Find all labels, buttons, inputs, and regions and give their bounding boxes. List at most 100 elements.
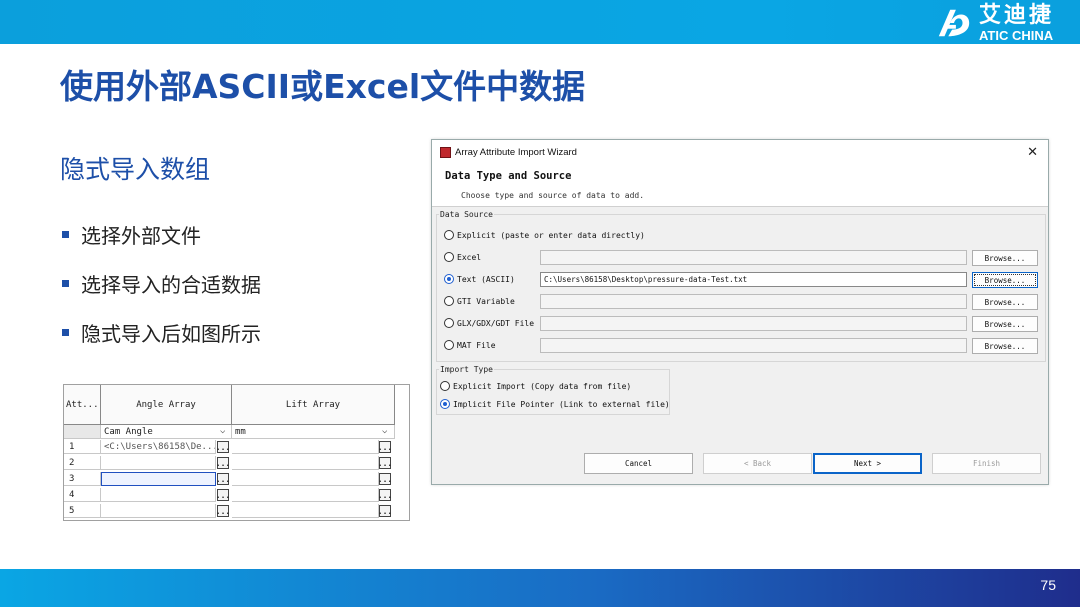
angle-unit-value: Cam Angle <box>104 426 153 437</box>
radio-button[interactable] <box>444 318 454 328</box>
radio-explicit[interactable]: Explicit (paste or enter data directly) <box>444 230 645 240</box>
back-button[interactable]: < Back <box>703 453 812 474</box>
ellipsis-button[interactable]: ... <box>216 457 230 469</box>
bullet-square-icon <box>62 231 69 238</box>
angle-array-cell[interactable] <box>101 504 216 518</box>
radio-button-selected[interactable] <box>440 399 450 409</box>
wizard-subheading: Choose type and source of data to add. <box>461 191 645 200</box>
radio-button[interactable] <box>444 252 454 262</box>
radio-gti-variable[interactable]: GTI Variable <box>444 296 515 306</box>
lift-array-cell[interactable] <box>232 504 379 518</box>
import-type-label: Import Type <box>439 365 494 374</box>
radio-label: Explicit (paste or enter data directly) <box>457 230 645 240</box>
logo-chinese-text: 艾迪捷 <box>978 2 1054 28</box>
radio-button-selected[interactable] <box>444 274 454 284</box>
row-number: 1 <box>64 440 101 454</box>
text-path-field[interactable]: C:\Users\86158\Desktop\pressure-data-Tes… <box>540 272 967 287</box>
angle-array-cell[interactable]: <C:\Users\86158\De... <box>101 440 216 454</box>
browse-button[interactable]: Browse... <box>972 338 1038 354</box>
bullet-item: 隐式导入后如图所示 <box>60 308 261 357</box>
bullet-text: 选择外部文件 <box>81 224 201 248</box>
row-number: 5 <box>64 504 101 518</box>
ellipsis-button[interactable]: ... <box>378 457 392 469</box>
lift-array-cell[interactable] <box>232 472 379 486</box>
radio-implicit-pointer[interactable]: Implicit File Pointer (Link to external … <box>440 399 670 409</box>
radio-button[interactable] <box>444 230 454 240</box>
bullet-text: 隐式导入后如图所示 <box>81 322 261 346</box>
app-icon <box>440 146 451 158</box>
radio-mat-file[interactable]: MAT File <box>444 340 496 350</box>
angle-array-cell-selected[interactable] <box>101 472 216 486</box>
ellipsis-button[interactable]: ... <box>378 441 392 453</box>
radio-label: Text (ASCII) <box>457 274 515 284</box>
row-number: 2 <box>64 456 101 470</box>
ellipsis-button[interactable]: ... <box>378 473 392 485</box>
data-source-label: Data Source <box>439 210 494 219</box>
slide-title: 使用外部ASCII或Excel文件中数据 <box>60 67 586 106</box>
row-number: 4 <box>64 488 101 502</box>
radio-label: Excel <box>457 252 482 262</box>
gti-path-field[interactable] <box>540 294 967 309</box>
ellipsis-button[interactable]: ... <box>216 505 230 517</box>
glx-path-field[interactable] <box>540 316 967 331</box>
bullet-list: 选择外部文件 选择导入的合适数据 隐式导入后如图所示 <box>60 210 261 357</box>
row-number: 3 <box>64 472 101 486</box>
excel-path-field[interactable] <box>540 250 967 265</box>
dialog-titlebar[interactable]: Array Attribute Import Wizard ✕ <box>432 140 1048 164</box>
ellipsis-button[interactable]: ... <box>216 441 230 453</box>
chevron-down-icon[interactable]: ⌵ <box>220 426 225 436</box>
bullet-square-icon <box>62 329 69 336</box>
angle-unit-select[interactable]: Cam Angle <box>101 425 232 439</box>
ellipsis-button[interactable]: ... <box>216 489 230 501</box>
radio-explicit-import[interactable]: Explicit Import (Copy data from file) <box>440 381 631 391</box>
wizard-heading: Data Type and Source <box>445 170 572 182</box>
unit-row-corner <box>64 425 101 439</box>
logo-english-text: ATIC CHINA <box>978 27 1054 43</box>
lift-unit-select[interactable]: mm <box>232 425 395 439</box>
browse-button[interactable]: Browse... <box>972 272 1038 288</box>
radio-button[interactable] <box>444 296 454 306</box>
array-attribute-table: Att... Angle Array Lift Array Cam Angle … <box>63 384 410 521</box>
angle-array-cell[interactable] <box>101 488 216 502</box>
lift-array-cell[interactable] <box>232 440 379 454</box>
next-button[interactable]: Next > <box>813 453 922 474</box>
wizard-header: Data Type and Source Choose type and sou… <box>432 164 1048 207</box>
radio-button[interactable] <box>444 340 454 350</box>
top-banner: 艾迪捷 ATIC CHINA <box>0 0 1080 44</box>
radio-label: Explicit Import (Copy data from file) <box>453 381 632 391</box>
browse-button[interactable]: Browse... <box>972 316 1038 332</box>
radio-button[interactable] <box>440 381 450 391</box>
mat-path-field[interactable] <box>540 338 967 353</box>
radio-label: Implicit File Pointer (Link to external … <box>453 399 670 409</box>
browse-button[interactable]: Browse... <box>972 294 1038 310</box>
cancel-button[interactable]: Cancel <box>584 453 693 474</box>
dialog-title: Array Attribute Import Wizard <box>455 146 577 158</box>
ellipsis-button[interactable]: ... <box>378 489 392 501</box>
ellipsis-button[interactable]: ... <box>216 473 230 485</box>
radio-label: MAT File <box>457 340 496 350</box>
column-header-lift-array[interactable]: Lift Array <box>232 385 395 425</box>
bullet-text: 选择导入的合适数据 <box>81 273 261 297</box>
import-wizard-dialog: Array Attribute Import Wizard ✕ Data Typ… <box>431 139 1049 485</box>
radio-excel[interactable]: Excel <box>444 252 481 262</box>
lift-unit-value: mm <box>235 426 246 437</box>
radio-glx-file[interactable]: GLX/GDX/GDT File <box>444 318 534 328</box>
chevron-down-icon[interactable]: ⌵ <box>382 426 387 436</box>
ellipsis-button[interactable]: ... <box>378 505 392 517</box>
radio-text-ascii[interactable]: Text (ASCII) <box>444 274 515 284</box>
column-header-attribute[interactable]: Att... <box>64 385 101 425</box>
lift-array-cell[interactable] <box>232 488 379 502</box>
angle-array-cell[interactable] <box>101 456 216 470</box>
lift-array-cell[interactable] <box>232 456 379 470</box>
bullet-item: 选择外部文件 <box>60 210 261 259</box>
browse-button[interactable]: Browse... <box>972 250 1038 266</box>
slide-subtitle: 隐式导入数组 <box>60 155 211 184</box>
bottom-banner: 75 <box>0 569 1080 607</box>
bullet-item: 选择导入的合适数据 <box>60 259 261 308</box>
column-header-angle-array[interactable]: Angle Array <box>101 385 232 425</box>
finish-button[interactable]: Finish <box>932 453 1041 474</box>
close-icon[interactable]: ✕ <box>1027 144 1038 160</box>
radio-label: GTI Variable <box>457 296 515 306</box>
bullet-square-icon <box>62 280 69 287</box>
page-number: 75 <box>1040 577 1056 593</box>
